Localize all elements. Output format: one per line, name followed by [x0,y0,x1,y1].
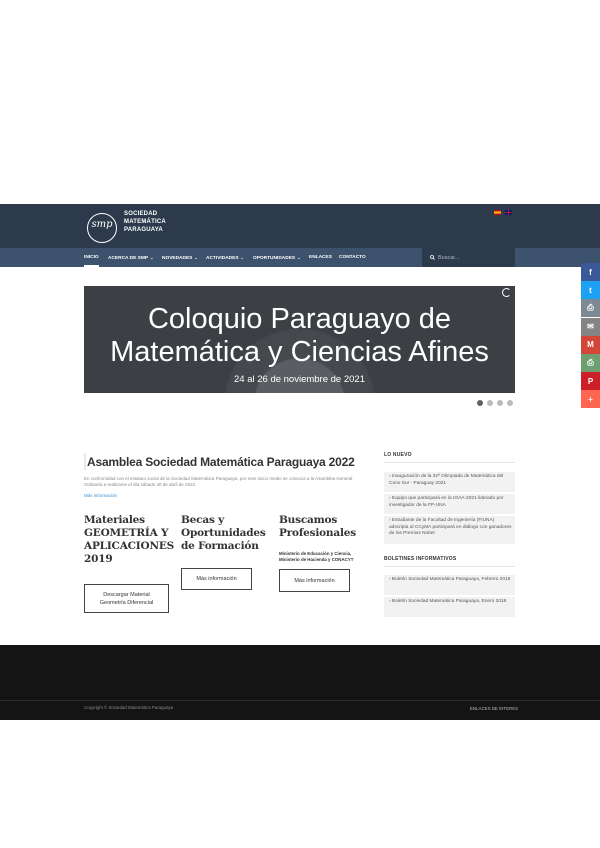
printfriendly-icon[interactable]: ⎙ [581,354,600,372]
title-line: Materiales [84,514,145,526]
news-item[interactable]: › Equipo que participará en la IOAA-2021… [384,494,515,514]
column-title-materiales: Materiales GEOMETRÍA Y APLICACIONES 2019 [84,514,174,566]
slider-title-line-2: Matemática y Ciencias Afines [110,336,489,368]
column-title-becas: Becas y Oportunidades de Formación [181,514,266,553]
more-info-link[interactable]: Más información [84,493,117,498]
main-text: En conformidad con el estatuto social de… [84,476,353,487]
footer-divider [0,700,600,701]
gmail-icon[interactable]: M [581,335,600,354]
twitter-icon[interactable]: t [581,281,600,300]
slider-dot[interactable] [487,400,493,406]
title-line: 2019 [84,553,113,565]
title-line: Buscamos [279,514,338,526]
download-material-button[interactable]: Descargar Material Geometría Diferencial [84,584,169,613]
title-line: APLICACIONES [84,540,175,552]
bulletin-item[interactable]: › Boletín Sociedad Matemática Paraguaya,… [384,575,515,595]
nav-item-label: ACERCA DE SMP [108,256,149,261]
becas-more-info-button[interactable]: Más información [181,568,252,590]
print-icon[interactable]: ⎙ [581,299,600,318]
title-accent [84,453,86,470]
nav-item-contacto[interactable]: CONTACTO [339,248,366,267]
search-input[interactable] [438,249,510,266]
chevron-down-icon: ⌄ [194,255,198,260]
slider-loading-icon [502,288,511,297]
nav-item-enlaces[interactable]: ENLACES [309,248,332,267]
divider [384,566,515,567]
more-icon[interactable]: + [581,390,600,409]
slider-title-line-1: Coloquio Paraguayo de [147,303,452,335]
nav-item-acerca[interactable]: ACERCA DE SMP ⌄ [108,248,153,267]
title-line: GEOMETRÍA Y [84,527,169,539]
nav-item-oportunidades[interactable]: OPORTUNIDADES ⌄ [253,248,300,267]
button-label: Más información [294,577,335,584]
sidebar-heading-boletines: BOLETINES INFORMATIVOS [384,556,457,562]
chevron-down-icon: ⌄ [297,255,301,260]
logo-text-line-2[interactable]: MATEMÁTICA [124,219,166,226]
copyright-text: Copyright © Sociedad Matemática Paraguay… [84,705,174,710]
footer-link-enlaces[interactable]: ENLACES DE INTERES [470,706,518,711]
email-icon[interactable]: ✉ [581,317,600,336]
column-title-profesionales: Buscamos Profesionales [279,514,356,540]
pinterest-icon[interactable]: P [581,372,600,391]
column-subtitle-ministerios: Ministerio de Educación y Ciencia, Minis… [279,551,353,563]
search-icon[interactable] [430,255,435,260]
spanish-flag-icon[interactable] [494,210,501,215]
nav-item-label: ACTIVIDADES [206,256,239,261]
nav-item-label: INICIO [84,255,99,260]
slider-subtitle: 24 al 26 de noviembre de 2021 [234,374,365,385]
button-label: Más información [196,576,237,582]
news-item[interactable]: › Estudiante de la Facultad de Ingenierí… [384,516,515,544]
title-line: Profesionales [279,527,356,539]
sidebar-heading-lo-nuevo: LO NUEVO [384,452,412,458]
nav-item-label: CONTACTO [339,255,366,260]
title-line: Oportunidades [181,527,266,539]
news-item[interactable]: › Inauguración de la 32ª Olimpiada de Ma… [384,472,515,492]
logo-text-line-1[interactable]: SOCIEDAD [124,211,157,218]
title-line: de Formación [181,540,259,552]
english-flag-icon[interactable] [505,210,512,215]
profesionales-more-info-button[interactable]: Más información [279,569,350,592]
nav-item-label: NOVEDADES [162,256,193,261]
slider-dot[interactable] [497,400,503,406]
subtitle-line: Ministerio de Hacienda y CONACYT [279,557,354,562]
slider-dot[interactable] [477,400,483,406]
bulletin-item[interactable]: › Boletín Sociedad Matemática Paraguaya,… [384,597,515,617]
button-label: Descargar Material [103,591,150,598]
title-line: Becas y [181,514,225,526]
main-title: Asamblea Sociedad Matemática Paraguaya 2… [87,455,355,469]
button-label: Geometría Diferencial [99,599,154,606]
nav-item-novedades[interactable]: NOVEDADES ⌄ [162,248,198,267]
nav-item-actividades[interactable]: ACTIVIDADES ⌄ [206,248,244,267]
logo-text-line-3[interactable]: PARAGUAYA [124,227,163,234]
nav-item-label: ENLACES [309,255,332,260]
nav-active-indicator [84,265,99,267]
facebook-icon[interactable]: f [581,263,600,281]
slider-dot[interactable] [507,400,513,406]
divider [384,462,515,463]
chevron-down-icon: ⌄ [150,255,154,260]
logo-glyph: smp [91,219,113,230]
chevron-down-icon: ⌄ [240,255,244,260]
nav-item-label: OPORTUNIDADES [253,256,296,261]
